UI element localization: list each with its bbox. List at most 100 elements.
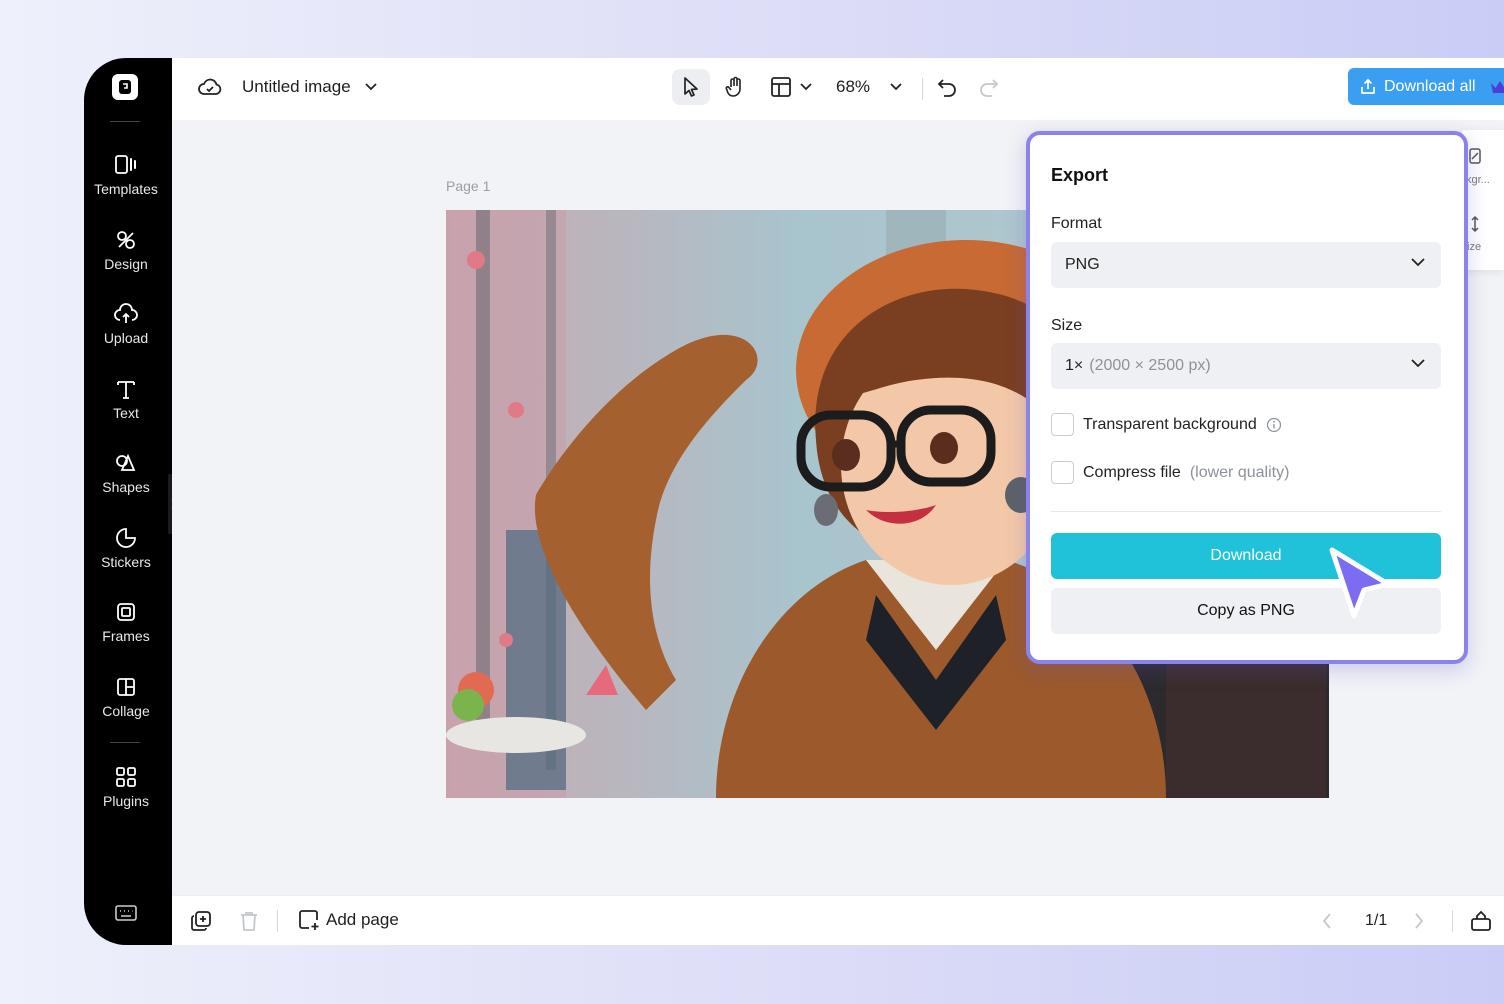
- bottom-divider: [1452, 910, 1453, 932]
- zoom-dropdown[interactable]: 68%: [836, 77, 902, 97]
- add-page-button[interactable]: Add page: [298, 909, 399, 931]
- chevron-left-icon: [1322, 913, 1331, 929]
- top-toolbar: Untitled image 68% Download all: [172, 58, 1504, 120]
- transparent-background-label: Transparent background: [1083, 415, 1257, 433]
- stickers-icon: [116, 528, 136, 548]
- sidebar-item-frames[interactable]: Frames: [84, 601, 168, 644]
- chevron-down-icon: [1411, 359, 1425, 368]
- undo-button[interactable]: [936, 76, 958, 98]
- size-label: Size: [1051, 317, 1083, 334]
- shapes-icon: [116, 453, 136, 471]
- bottom-divider: [277, 910, 278, 932]
- undo-icon: [937, 79, 956, 97]
- upload-icon: [114, 303, 138, 323]
- templates-icon: [115, 155, 136, 174]
- previous-page-button[interactable]: [1322, 913, 1332, 929]
- toolbar-divider: [922, 78, 923, 100]
- add-page-icon: [299, 910, 319, 930]
- document-title-text: Untitled image: [242, 77, 351, 96]
- select-tool-button[interactable]: [672, 69, 710, 105]
- trash-icon: [241, 912, 257, 931]
- compress-file-checkbox[interactable]: [1051, 461, 1074, 484]
- right-panel-item-label: kgr...: [1466, 174, 1490, 186]
- collage-icon: [117, 678, 135, 696]
- download-all-label: Download all: [1384, 77, 1476, 95]
- pointer-icon: [684, 77, 698, 97]
- redo-button[interactable]: [978, 76, 1000, 98]
- crown-icon: [1490, 80, 1504, 93]
- page-label: Page 1: [446, 178, 491, 194]
- sidebar-divider: [110, 742, 140, 743]
- sidebar-item-label: Upload: [103, 330, 149, 346]
- layout-tool-button[interactable]: [770, 76, 812, 98]
- share-upload-icon: [1361, 78, 1375, 94]
- size-dimensions: (2000 × 2500 px): [1089, 357, 1211, 374]
- sidebar-item-templates[interactable]: Templates: [84, 154, 168, 197]
- sidebar-item-label: Text: [113, 405, 139, 421]
- resize-icon[interactable]: [1468, 215, 1482, 235]
- background-remover-icon[interactable]: [1468, 148, 1482, 167]
- format-select[interactable]: PNG: [1051, 242, 1441, 288]
- chevron-down-icon: [890, 83, 902, 91]
- sidebar: Templates Design Upload Text Shapes Stic…: [84, 58, 172, 945]
- sidebar-item-label: Design: [104, 256, 148, 272]
- export-divider: [1051, 511, 1441, 512]
- delete-page-button[interactable]: [238, 910, 260, 932]
- duplicate-page-button[interactable]: [190, 910, 212, 932]
- transparent-background-checkbox[interactable]: [1051, 413, 1074, 436]
- mouse-cursor-icon: [1326, 544, 1396, 629]
- info-icon[interactable]: [1266, 417, 1282, 433]
- download-all-button[interactable]: Download all: [1348, 68, 1504, 105]
- compress-file-label: Compress file: [1083, 463, 1181, 481]
- sidebar-item-text[interactable]: Text: [84, 378, 168, 421]
- transparent-background-option[interactable]: Transparent background: [1051, 413, 1282, 436]
- export-title: Export: [1051, 165, 1109, 185]
- keyboard-shortcuts-icon[interactable]: [114, 904, 138, 927]
- right-panel-item-label: ize: [1467, 241, 1482, 253]
- design-icon: [117, 231, 135, 249]
- document-title[interactable]: Untitled image: [242, 77, 377, 97]
- size-multiplier: 1×: [1065, 357, 1084, 374]
- expand-icon: [1471, 910, 1491, 931]
- sidebar-item-label: Templates: [94, 181, 158, 197]
- sidebar-item-upload[interactable]: Upload: [84, 303, 168, 346]
- cloud-save-icon[interactable]: [198, 77, 222, 97]
- bottom-bar: Add page 1/1: [172, 895, 1504, 945]
- hand-tool-button[interactable]: [716, 69, 754, 105]
- size-select[interactable]: 1× (2000 × 2500 px): [1051, 343, 1441, 389]
- sidebar-item-collage[interactable]: Collage: [84, 676, 168, 719]
- sidebar-item-label: Collage: [102, 703, 150, 719]
- compress-file-option[interactable]: Compress file (lower quality): [1051, 461, 1289, 484]
- sidebar-item-design[interactable]: Design: [84, 229, 168, 272]
- redo-icon: [980, 79, 999, 97]
- text-icon: [117, 381, 135, 399]
- duplicate-icon: [191, 911, 211, 931]
- sidebar-divider: [110, 121, 140, 122]
- export-popup: Export Format PNG Size 1× (2000 × 2500 p…: [1026, 131, 1468, 664]
- frames-icon: [117, 603, 135, 621]
- chevron-right-icon: [1415, 913, 1424, 929]
- sidebar-item-label: Stickers: [101, 554, 151, 570]
- zoom-value: 68%: [836, 77, 871, 96]
- app-logo[interactable]: [112, 74, 138, 100]
- format-value: PNG: [1065, 256, 1100, 273]
- compress-file-note: (lower quality): [1189, 463, 1290, 481]
- chevron-down-icon: [1411, 258, 1425, 267]
- sidebar-item-plugins[interactable]: Plugins: [84, 766, 168, 809]
- sidebar-item-label: Plugins: [103, 793, 149, 809]
- layout-icon: [771, 77, 791, 97]
- format-label: Format: [1051, 215, 1102, 232]
- chevron-down-icon: [800, 83, 812, 91]
- sidebar-item-label: Shapes: [102, 479, 150, 495]
- chevron-down-icon: [365, 83, 377, 91]
- add-page-label: Add page: [326, 910, 399, 929]
- fullscreen-button[interactable]: [1470, 910, 1492, 932]
- sidebar-item-stickers[interactable]: Stickers: [84, 527, 168, 570]
- page-count: 1/1: [1365, 912, 1388, 929]
- right-properties-panel: kgr... ize: [1462, 130, 1504, 270]
- hand-icon: [725, 76, 741, 97]
- sidebar-item-shapes[interactable]: Shapes: [84, 452, 168, 495]
- next-page-button[interactable]: [1414, 913, 1424, 929]
- plugins-icon: [116, 767, 136, 787]
- sidebar-item-label: Frames: [102, 628, 150, 644]
